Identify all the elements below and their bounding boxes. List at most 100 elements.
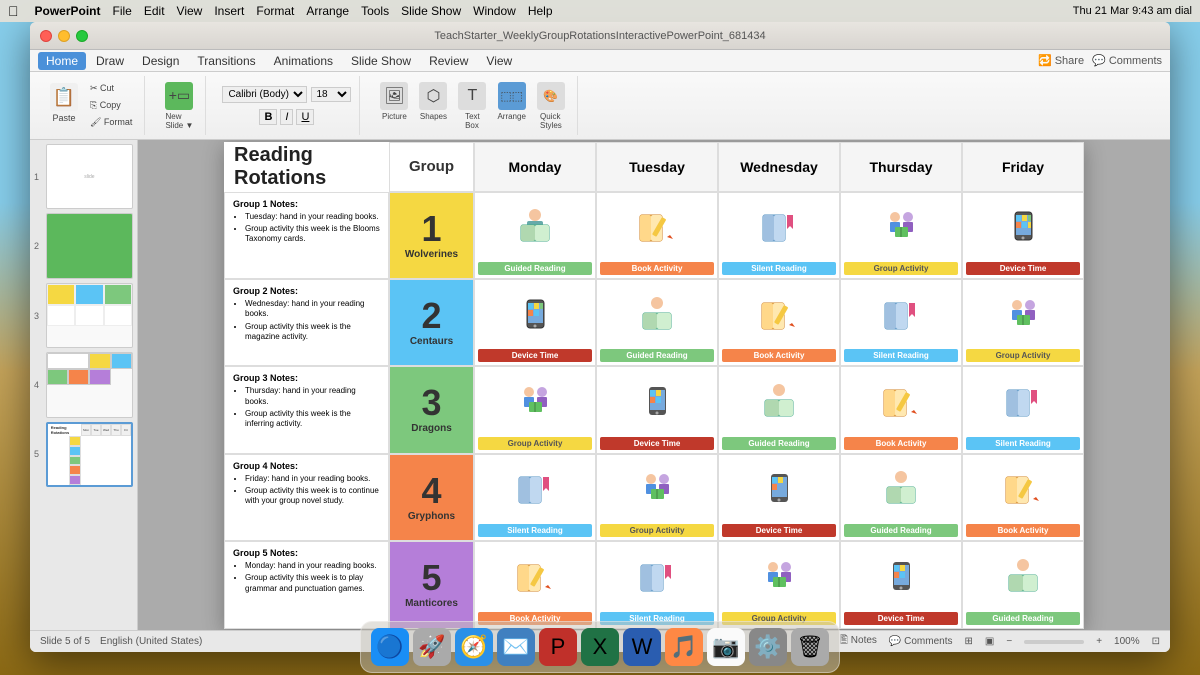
app-name-menu[interactable]: PowerPoint [35, 4, 101, 18]
underline-button[interactable]: U [296, 109, 314, 125]
slide-thumb-4[interactable] [46, 352, 133, 417]
minimize-button[interactable] [58, 30, 70, 42]
window-menu[interactable]: Window [473, 4, 516, 18]
notes-title-4: Group 4 Notes: [233, 461, 380, 471]
g1-mon: Guided Reading [474, 192, 596, 279]
g3-tue: Device Time [596, 366, 718, 453]
dock-finder[interactable]: 🔵 [371, 628, 409, 666]
g2-fri-label: Group Activity [966, 349, 1080, 362]
tools-menu[interactable]: Tools [361, 4, 389, 18]
slide-thumb-2[interactable] [46, 213, 133, 278]
dock-trash[interactable]: 🗑 [791, 628, 829, 666]
textbox-button[interactable]: T TextBox [454, 80, 490, 132]
view-slide[interactable]: ▣ [985, 636, 994, 647]
notes-title-1: Group 1 Notes: [233, 199, 380, 209]
group-name-4: Gryphons [408, 511, 455, 522]
tab-home[interactable]: Home [38, 52, 86, 70]
g5-thu-label: Device Time [844, 612, 958, 625]
file-menu[interactable]: File [113, 4, 132, 18]
share-button[interactable]: 🔁 Share [1038, 54, 1084, 67]
g5-fri-label: Guided Reading [966, 612, 1080, 625]
slide-thumb-2-container: 2 [34, 213, 133, 278]
slideshow-menu[interactable]: Slide Show [401, 4, 461, 18]
maximize-button[interactable] [76, 30, 88, 42]
dock-excel[interactable]: X [581, 628, 619, 666]
insert-menu[interactable]: Insert [214, 4, 244, 18]
header-tuesday: Tuesday [596, 142, 718, 192]
powerpoint-window: TeachStarter_WeeklyGroupRotationsInterac… [30, 22, 1170, 652]
slide-count: Slide 5 of 5 [40, 636, 90, 647]
view-normal[interactable]: ⊞ [965, 636, 973, 647]
bold-button[interactable]: B [259, 109, 277, 125]
ribbon-group-drawing: 🖼 Picture ⬡ Shapes T TextBox ⬚⬚ Arrange [368, 76, 577, 135]
notes-button[interactable]: 🖺 Notes [840, 633, 877, 650]
fit-button[interactable]: ⊡ [1152, 636, 1160, 647]
group-number-3: 3 [421, 385, 441, 421]
cut-button[interactable]: ✂ Cut [86, 81, 136, 96]
help-menu[interactable]: Help [528, 4, 553, 18]
edit-menu[interactable]: Edit [144, 4, 165, 18]
tab-design[interactable]: Design [134, 52, 187, 70]
close-button[interactable] [40, 30, 52, 42]
format-button[interactable]: 🖌 Format [86, 115, 136, 130]
note-4-2: Group activity this week is to continue … [245, 486, 380, 507]
notes-group3: Group 3 Notes: Thursday: hand in your re… [224, 366, 389, 453]
dock-mail[interactable]: ✉️ [497, 628, 535, 666]
group-name-3: Dragons [411, 423, 452, 434]
arrange-menu[interactable]: Arrange [306, 4, 349, 18]
g2-thu: Silent Reading [840, 279, 962, 366]
window-controls [40, 30, 88, 42]
copy-button[interactable]: ⎘ Copy [86, 98, 136, 113]
g4-mon-icon [513, 457, 558, 522]
font-family-select[interactable]: Calibri (Body) [222, 86, 307, 103]
paste-button[interactable]: 📋 Paste [46, 81, 82, 125]
group-number-2: 2 [421, 298, 441, 334]
g5-fri-icon [1001, 544, 1046, 609]
tab-draw[interactable]: Draw [88, 52, 132, 70]
tab-slideshow[interactable]: Slide Show [343, 52, 419, 70]
slide-thumb-5[interactable]: Reading Rotations Mon Tue Wed Thu Fri [46, 422, 133, 487]
dock-word[interactable]: W [623, 628, 661, 666]
tab-review[interactable]: Review [421, 52, 476, 70]
zoom-in-button[interactable]: + [1096, 636, 1102, 647]
group-name-5: Manticores [405, 598, 458, 609]
g5-wed-icon [757, 544, 802, 609]
g4-wed-label: Device Time [722, 524, 836, 537]
font-size-select[interactable]: 18 [311, 87, 351, 102]
dock-launchpad[interactable]: 🚀 [413, 628, 451, 666]
slide-thumb-3[interactable] [46, 283, 133, 348]
g1-thu-icon [879, 195, 924, 260]
header-group: Group [389, 142, 474, 192]
quick-styles-button[interactable]: 🎨 QuickStyles [533, 80, 569, 132]
g3-tue-icon [635, 369, 680, 434]
dock-powerpoint[interactable]: P [539, 628, 577, 666]
zoom-out-button[interactable]: − [1006, 636, 1012, 647]
dock-settings[interactable]: ⚙️ [749, 628, 787, 666]
g3-thu-label: Book Activity [844, 437, 958, 450]
format-menu[interactable]: Format [256, 4, 294, 18]
g3-fri: Silent Reading [962, 366, 1084, 453]
comments-button[interactable]: 💬 Comments [1092, 54, 1162, 67]
table-title: Reading Rotations [224, 142, 389, 192]
g1-fri: Device Time [962, 192, 1084, 279]
dock-photos[interactable]: 📷 [707, 628, 745, 666]
new-slide-button[interactable]: +▭ NewSlide ▼ [161, 80, 197, 132]
zoom-slider[interactable] [1024, 640, 1084, 644]
tab-animations[interactable]: Animations [266, 52, 341, 70]
group-cell-1: 1 Wolverines [389, 192, 474, 279]
slide-thumb-1[interactable]: slide [46, 144, 133, 209]
shapes-button[interactable]: ⬡ Shapes [415, 80, 451, 132]
apple-menu[interactable]:  [8, 3, 19, 19]
tab-view[interactable]: View [478, 52, 520, 70]
tab-transitions[interactable]: Transitions [189, 52, 263, 70]
italic-button[interactable]: I [280, 109, 293, 125]
picture-button[interactable]: 🖼 Picture [376, 80, 412, 132]
view-menu[interactable]: View [177, 4, 203, 18]
dock-safari[interactable]: 🧭 [455, 628, 493, 666]
group-number-4: 4 [421, 473, 441, 509]
g1-tue: Book Activity [596, 192, 718, 279]
comments-status[interactable]: 💬 Comments [889, 636, 953, 647]
arrange-button[interactable]: ⬚⬚ Arrange [493, 80, 529, 132]
dock-music[interactable]: 🎵 [665, 628, 703, 666]
g4-tue-label: Group Activity [600, 524, 714, 537]
